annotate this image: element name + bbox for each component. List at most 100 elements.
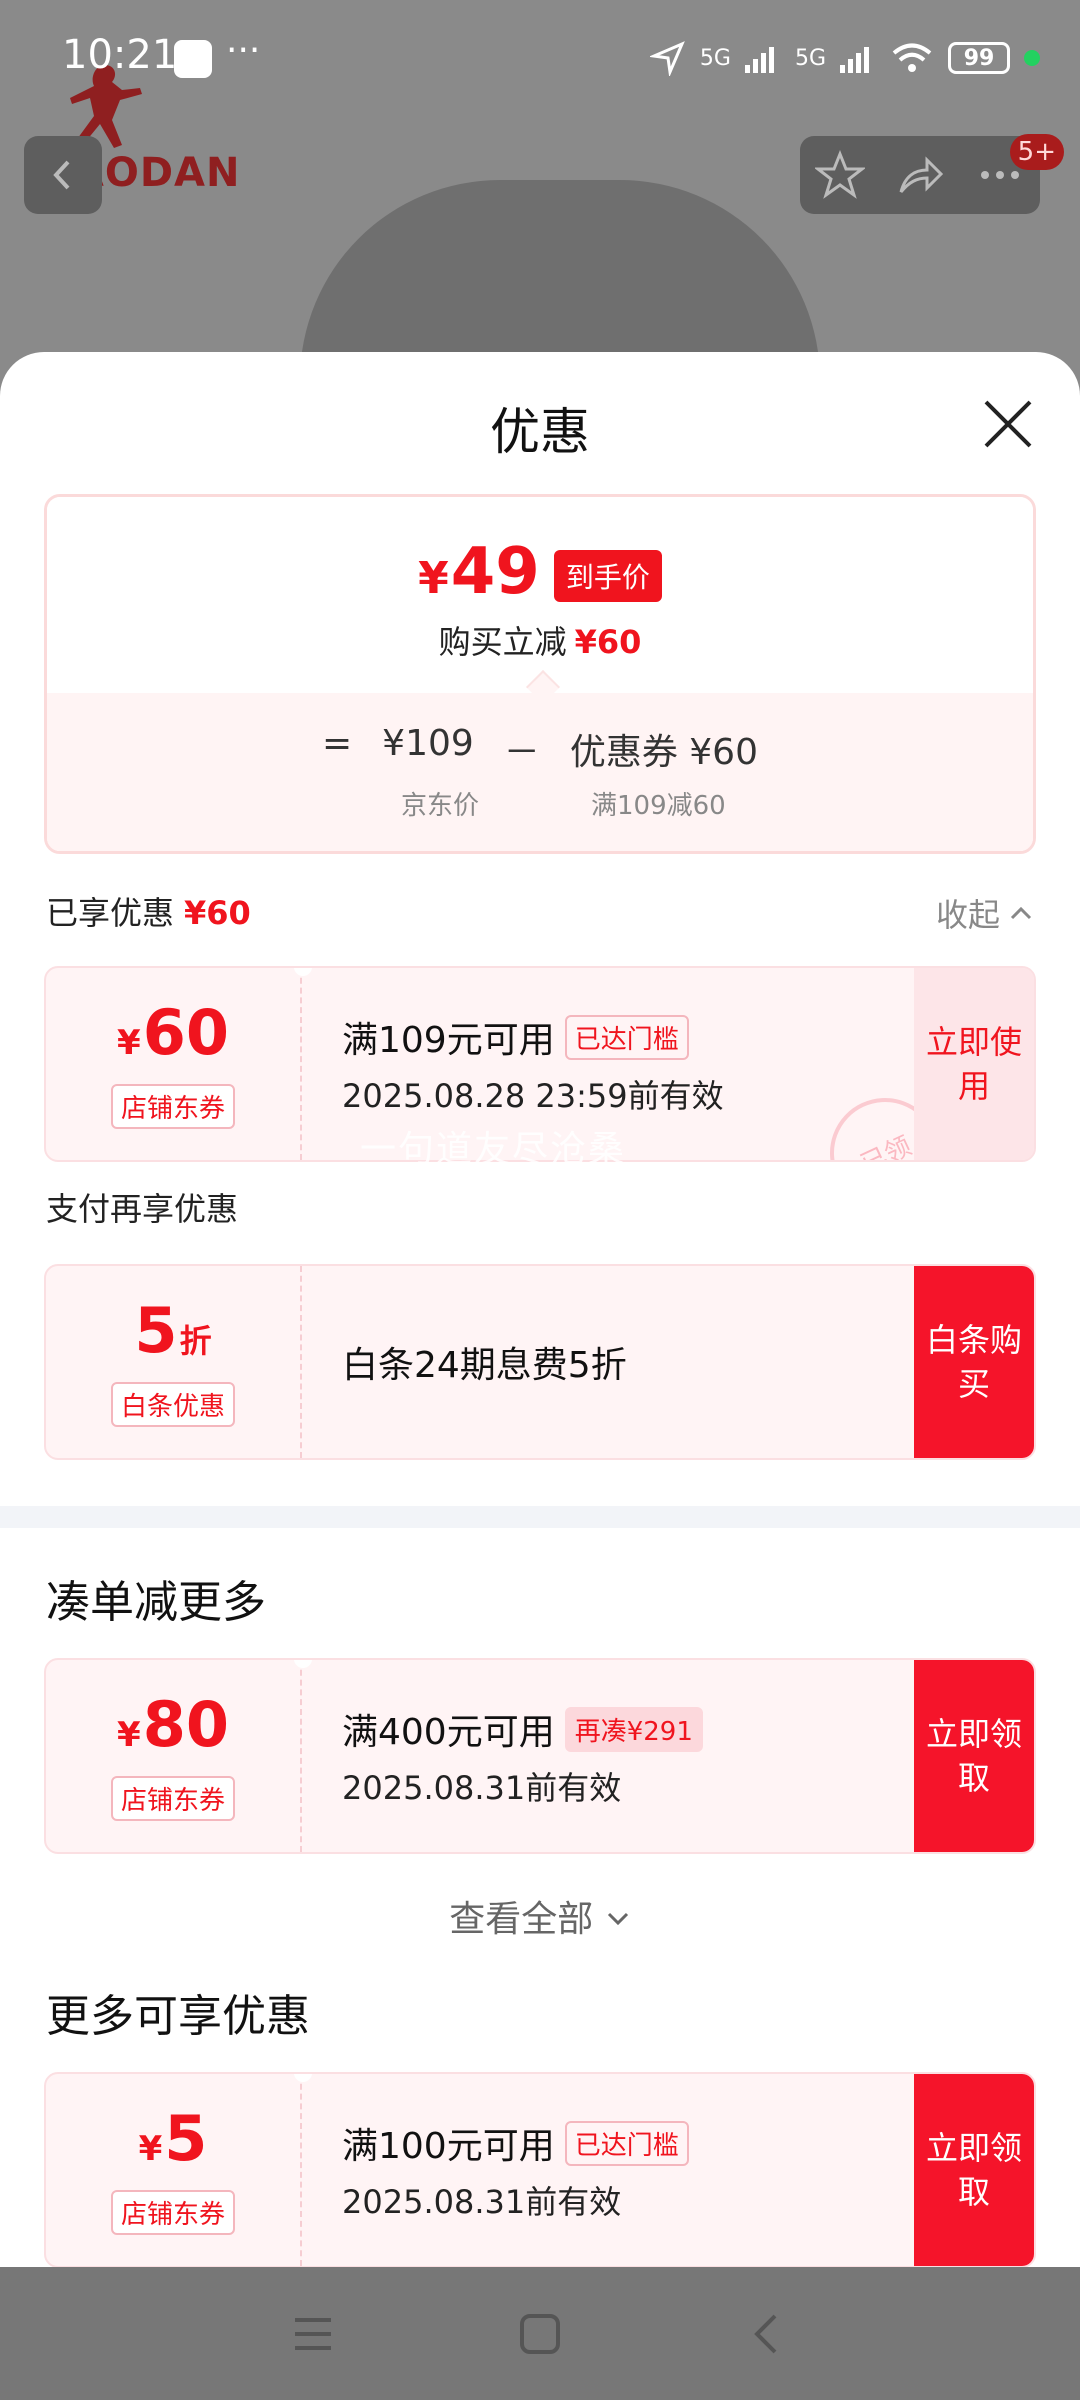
section-divider [0, 1506, 1080, 1528]
jd-price-label: 京东价 [401, 791, 480, 821]
coupon-info: 满400元可用 再凑¥291 2025.08.31前有效 [342, 1660, 703, 1852]
battery-level: 99 [963, 45, 995, 71]
coupon-value-block: 5折 白条优惠 [46, 1266, 302, 1458]
coupon-amount-value: 5 [134, 1293, 178, 1367]
app-avatar-icon [174, 40, 212, 78]
sheet-title: 优惠 [490, 403, 590, 461]
price-summary-card: ¥49 到手价 购买立减 ¥60 = ¥109 － 优惠券 ¥60 京东价 满10… [44, 494, 1036, 854]
top-actions [800, 136, 1040, 214]
signal-icon-2 [840, 47, 869, 73]
coupon-amount: ¥80 [117, 1691, 229, 1768]
coupon-amount-value: 60 [142, 995, 229, 1069]
coupon-info: 满100元可用 已达门槛 2025.08.31前有效 [342, 2074, 689, 2266]
section-more-title: 更多可享优惠 [46, 1991, 310, 2042]
enjoyed-label-text: 已享优惠 [46, 894, 175, 932]
coupon-amount: ¥60 [117, 999, 229, 1076]
menu-icon[interactable] [291, 2312, 335, 2356]
currency-symbol: ¥ [117, 1022, 141, 1063]
coupon-value-block: ¥5 店铺东券 [46, 2074, 302, 2266]
baitiao-text: 白条24期息费5折 [342, 1345, 627, 1386]
jd-price: ¥109 [382, 723, 474, 764]
coupon-condition: 满400元可用 再凑¥291 [342, 1703, 703, 1755]
status-icons: 5G 5G 99 [649, 34, 1040, 82]
coupon-card-more: ¥5 店铺东券 满100元可用 已达门槛 2025.08.31前有效 立即领取 [44, 2072, 1036, 2267]
coupon-amount: 5折 [134, 1297, 212, 1374]
collapse-label: 收起 [935, 896, 1000, 934]
pay-more-label: 支付再享优惠 [46, 1190, 239, 1228]
coupon-rule-label: 满109减60 [591, 791, 726, 821]
notification-badge: 5+ [1009, 134, 1064, 170]
final-price-tag: 到手价 [553, 549, 662, 602]
final-price-value: 49 [450, 535, 540, 609]
final-price-row: ¥49 到手价 [47, 537, 1033, 614]
coupon-type: 白条优惠 [110, 1381, 235, 1427]
coupon-card-baitiao: 5折 白条优惠 白条24期息费5折 白条购买 [44, 1264, 1036, 1460]
threshold-tag: 已达门槛 [564, 2120, 689, 2166]
view-all-label: 查看全部 [449, 1899, 594, 1940]
remaining-tag: 再凑¥291 [564, 1706, 703, 1752]
coupon-card-combine: ¥80 店铺东券 满400元可用 再凑¥291 2025.08.31前有效 立即领… [44, 1658, 1036, 1854]
signal-5g-label: 5G [699, 45, 731, 71]
coupon-type: 店铺东券 [110, 1775, 235, 1821]
share-icon[interactable] [895, 150, 945, 200]
coupon-condition-text: 满100元可用 [342, 2126, 555, 2167]
reduce-value: ¥60 [574, 623, 642, 661]
claim-now-button[interactable]: 立即领取 [914, 2074, 1034, 2266]
wifi-icon [892, 43, 932, 72]
formula-row: = ¥109 － 优惠券 ¥60 [47, 723, 1033, 775]
coupon-condition: 满109元可用 已达门槛 [342, 1011, 724, 1063]
discount-sheet: 优惠 ¥49 到手价 购买立减 ¥60 = ¥109 － 优惠券 ¥60 京东价 … [0, 352, 1080, 2267]
coupon-expiry: 2025.08.31前有效 [342, 2183, 622, 2221]
formula-minus: － [503, 732, 540, 773]
signal-icon [744, 47, 774, 73]
coupon-value-block: ¥60 店铺东券 [46, 968, 302, 1160]
summary-top: ¥49 到手价 购买立减 ¥60 [47, 497, 1033, 693]
coupon-info: 白条24期息费5折 [342, 1266, 627, 1458]
chevron-down-icon [607, 1912, 628, 1926]
use-now-button[interactable]: 立即使用 [914, 968, 1034, 1160]
threshold-tag: 已达门槛 [564, 1014, 689, 1060]
coupon-condition-text: 满400元可用 [342, 1712, 555, 1753]
reduce-label: 购买立减 [438, 623, 567, 661]
baitiao-buy-button[interactable]: 白条购买 [914, 1266, 1034, 1458]
currency-symbol: ¥ [117, 1714, 141, 1755]
back-icon[interactable] [745, 2312, 789, 2356]
section-combine-title: 凑单减更多 [46, 1577, 266, 1628]
system-nav-bar [0, 2267, 1080, 2400]
coupon-value-block: ¥80 店铺东券 [46, 1660, 302, 1852]
collapse-button[interactable]: 收起 [936, 890, 1034, 936]
coupon-condition: 满100元可用 已达门槛 [342, 2117, 689, 2169]
coupon-unit: 折 [179, 1321, 212, 1360]
close-icon[interactable] [980, 396, 1036, 452]
chevron-up-icon [1010, 906, 1032, 920]
enjoyed-value: ¥60 [184, 894, 251, 932]
enjoyed-discount-label: 已享优惠 ¥60 [46, 888, 251, 934]
coupon-expiry: 2025.08.31前有效 [342, 1769, 622, 1807]
status-time: 10:21 [62, 32, 178, 78]
coupon-deduction: 优惠券 ¥60 [569, 732, 758, 773]
location-icon [649, 41, 685, 76]
battery-icon: 99 [948, 42, 1010, 74]
watermark: 一句道友尽沧桑 [360, 1129, 627, 1170]
status-more-dots: ··· [226, 30, 261, 71]
coupon-amount-value: 80 [142, 1687, 229, 1761]
home-icon[interactable] [518, 2312, 562, 2356]
coupon-condition-text: 满109元可用 [342, 1020, 555, 1061]
coupon-type: 店铺东券 [110, 1083, 235, 1129]
view-all-button[interactable]: 查看全部 [0, 1890, 1080, 1942]
coupon-expiry: 2025.08.28 23:59前有效 [342, 1077, 724, 1115]
price-formula: = ¥109 － 优惠券 ¥60 京东价 满109减60 [47, 693, 1033, 851]
back-button[interactable] [24, 136, 102, 214]
coupon-amount: ¥5 [139, 2105, 208, 2182]
currency-symbol: ¥ [418, 553, 449, 604]
privacy-indicator-dot [1024, 50, 1040, 66]
status-bar: 10:21 ··· 5G 5G 99 [0, 0, 1080, 120]
claim-now-button[interactable]: 立即领取 [914, 1660, 1034, 1852]
favorite-star-icon[interactable] [815, 150, 865, 200]
signal-5g-label-2: 5G [794, 45, 826, 71]
coupon-amount-value: 5 [164, 2101, 208, 2175]
reduce-row: 购买立减 ¥60 [47, 617, 1033, 663]
final-price: ¥49 [418, 537, 540, 614]
chevron-left-icon [53, 160, 70, 190]
coupon-type: 店铺东券 [110, 2189, 235, 2235]
